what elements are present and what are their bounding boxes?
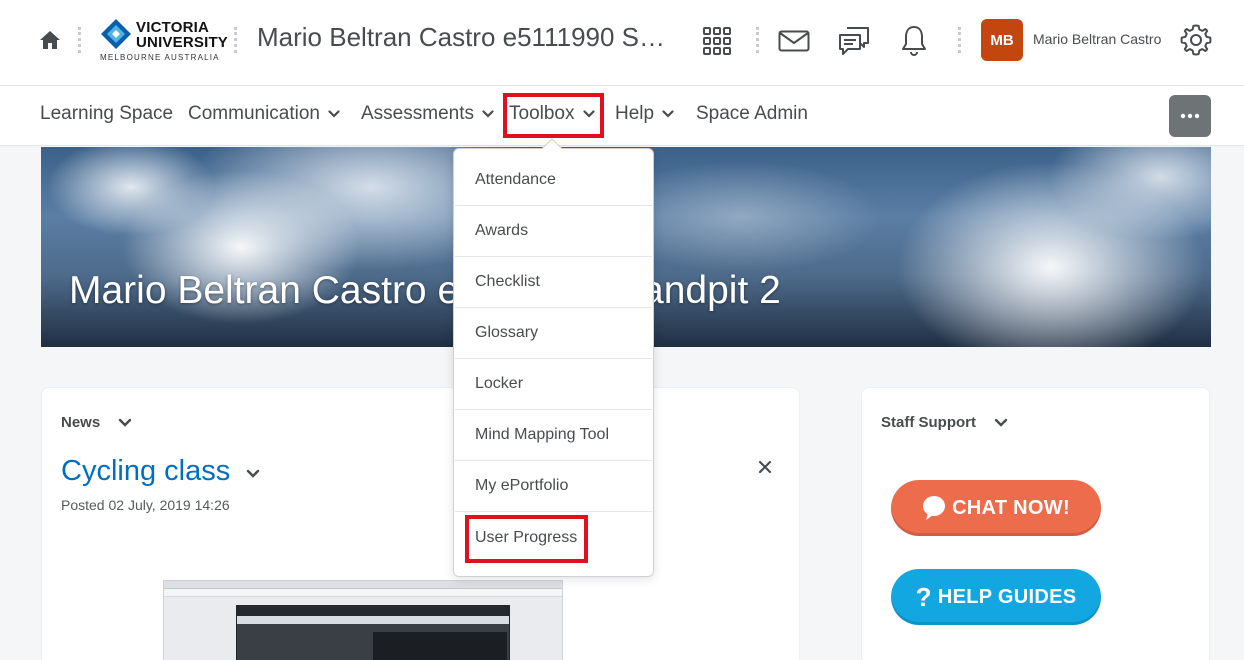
close-icon[interactable] bbox=[758, 460, 772, 474]
news-headline-text: Cycling class bbox=[61, 455, 231, 487]
news-widget: News Cycling class Posted 02 July, 2019 … bbox=[41, 387, 800, 660]
header-separator bbox=[958, 27, 961, 53]
toolbox-dropdown-menu: Attendance Awards Checklist Glossary Loc… bbox=[453, 138, 654, 577]
speech-bubble-icon bbox=[922, 495, 946, 521]
chevron-down-icon bbox=[662, 110, 674, 118]
staff-support-widget: Staff Support CHAT NOW! ? HELP GUIDES bbox=[861, 387, 1210, 660]
user-name[interactable]: Mario Beltran Castro bbox=[1033, 31, 1161, 47]
nav-space-admin[interactable]: Space Admin bbox=[696, 103, 808, 125]
nav-label: Assessments bbox=[361, 103, 474, 124]
university-logo[interactable]: VICTORIA UNIVERSITY MELBOURNE AUSTRALIA bbox=[98, 18, 228, 64]
logo-emblem-icon bbox=[101, 19, 131, 49]
mail-icon[interactable] bbox=[776, 26, 812, 56]
chevron-down-icon bbox=[994, 418, 1008, 427]
chevron-down-icon bbox=[118, 418, 132, 427]
top-header: VICTORIA UNIVERSITY MELBOURNE AUSTRALIA … bbox=[0, 0, 1244, 86]
nav-label: Help bbox=[615, 103, 655, 124]
home-icon[interactable] bbox=[38, 28, 62, 52]
news-screenshot-image bbox=[163, 580, 563, 660]
toolbox-highlight-box bbox=[503, 93, 604, 138]
chat-now-label: CHAT NOW! bbox=[952, 496, 1070, 519]
course-navbar: Learning Space Communication Assessments… bbox=[0, 86, 1244, 146]
news-headline[interactable]: Cycling class bbox=[61, 455, 260, 488]
help-guides-button[interactable]: ? HELP GUIDES bbox=[891, 569, 1101, 625]
course-title[interactable]: Mario Beltran Castro e5111990 Sandpit 2 bbox=[257, 22, 669, 53]
help-guides-label: HELP GUIDES bbox=[937, 585, 1077, 608]
chevron-down-icon bbox=[328, 110, 340, 118]
chat-now-button[interactable]: CHAT NOW! bbox=[891, 480, 1101, 536]
menu-item-attendance[interactable]: Attendance bbox=[455, 155, 652, 206]
news-posted-date: Posted 02 July, 2019 14:26 bbox=[61, 497, 230, 513]
logo-wordmark: VICTORIA UNIVERSITY bbox=[136, 19, 229, 51]
staff-support-widget-title[interactable]: Staff Support bbox=[881, 414, 1008, 431]
widget-title-label: Staff Support bbox=[881, 414, 976, 431]
header-separator bbox=[756, 27, 759, 53]
nav-label: Communication bbox=[188, 103, 320, 124]
nav-label: Learning Space bbox=[40, 103, 174, 124]
more-options-button[interactable] bbox=[1169, 95, 1211, 137]
news-widget-title[interactable]: News bbox=[61, 414, 132, 431]
nav-learning-space[interactable]: Learning Space bbox=[40, 103, 173, 125]
ellipsis-icon bbox=[1180, 113, 1200, 119]
menu-item-my-eportfolio[interactable]: My ePortfolio bbox=[455, 461, 652, 512]
menu-item-awards[interactable]: Awards bbox=[455, 206, 652, 257]
menu-item-locker[interactable]: Locker bbox=[455, 359, 652, 410]
banner-title: Mario Beltran Castro e5111990 Sandpit 2 bbox=[69, 269, 781, 312]
header-separator bbox=[234, 27, 237, 53]
chat-icon[interactable] bbox=[836, 24, 872, 58]
menu-item-checklist[interactable]: Checklist bbox=[455, 257, 652, 308]
menu-item-mind-mapping-tool[interactable]: Mind Mapping Tool bbox=[455, 410, 652, 461]
logo-location: MELBOURNE AUSTRALIA bbox=[100, 53, 220, 62]
nav-assessments[interactable]: Assessments bbox=[361, 103, 494, 125]
question-mark-icon: ? bbox=[915, 582, 932, 612]
nav-communication[interactable]: Communication bbox=[188, 103, 340, 125]
nav-help[interactable]: Help bbox=[615, 103, 674, 125]
nav-label: Space Admin bbox=[696, 103, 808, 124]
bell-icon[interactable] bbox=[898, 22, 930, 58]
menu-item-glossary[interactable]: Glossary bbox=[455, 308, 652, 359]
widget-title-label: News bbox=[61, 414, 101, 431]
user-avatar[interactable]: MB bbox=[981, 19, 1023, 61]
user-progress-highlight-box bbox=[465, 515, 588, 563]
gear-icon[interactable] bbox=[1178, 22, 1214, 58]
chevron-down-icon[interactable] bbox=[246, 469, 260, 478]
waffle-grid-icon[interactable] bbox=[700, 24, 734, 58]
chevron-down-icon bbox=[482, 110, 494, 118]
header-separator bbox=[78, 27, 81, 53]
